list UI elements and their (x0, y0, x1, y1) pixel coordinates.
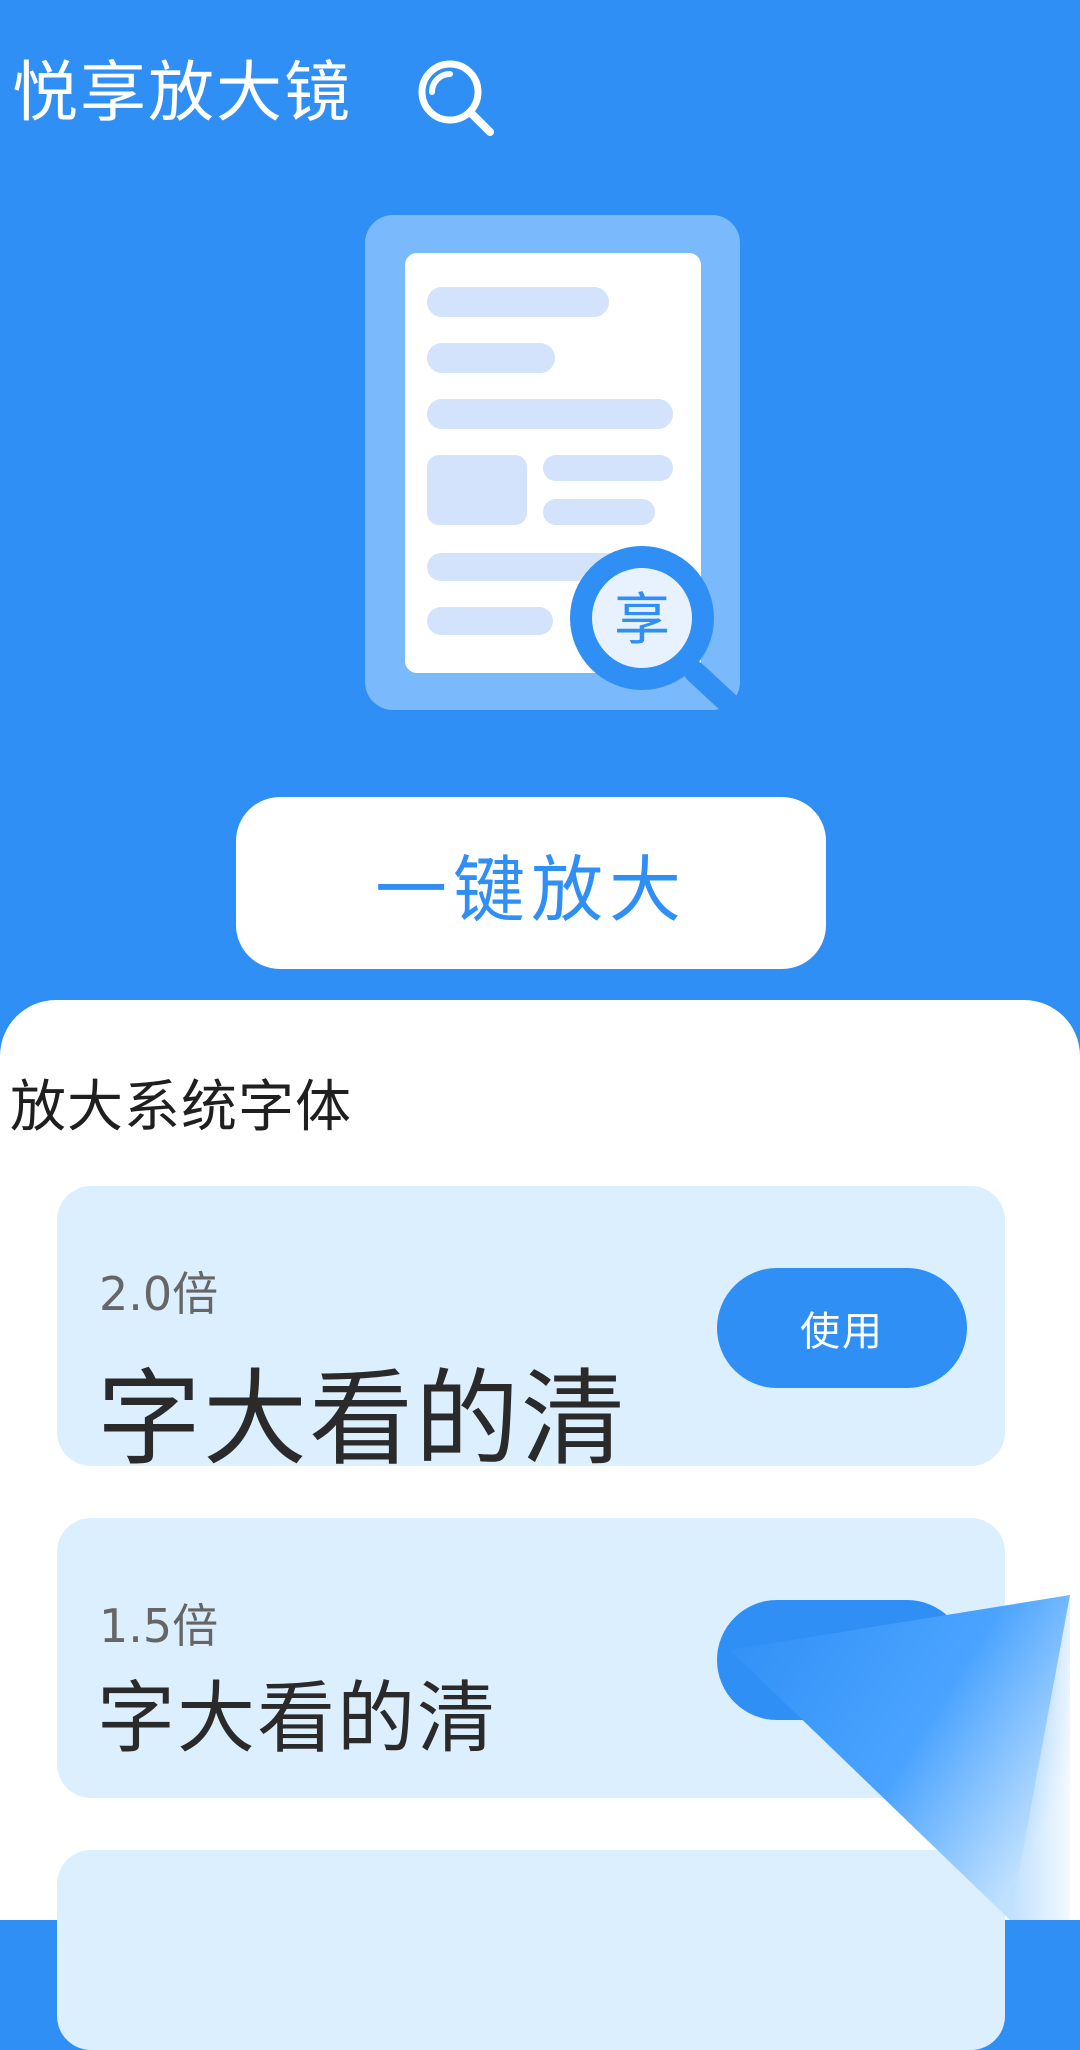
font-scale-panel: 放大系统字体 2.0倍 字大看的清 使用 1.5倍 字大看的清 使用 (0, 1000, 1080, 2050)
search-icon[interactable] (410, 52, 500, 142)
font-scale-card-partial (57, 1850, 1005, 2050)
sample-text: 字大看的清 (97, 1674, 498, 1764)
scale-label: 1.5倍 (99, 1599, 219, 1653)
font-scale-card-2x: 2.0倍 字大看的清 使用 (57, 1186, 1005, 1480)
use-button-2x[interactable]: 使用 (717, 1268, 967, 1388)
font-scale-card-1-5x: 1.5倍 字大看的清 使用 (57, 1518, 1005, 1798)
use-button-label: 使用 (800, 1309, 884, 1355)
app-title: 悦享放大镜 (12, 54, 352, 131)
badge-char: 享 (614, 588, 670, 653)
sample-text: 字大看的清 (97, 1358, 628, 1480)
hero-header: 悦享放大镜 享 一键放大 (0, 0, 1080, 1010)
scale-label: 2.0倍 (99, 1267, 219, 1321)
one-tap-magnify-label: 一键放大 (374, 847, 687, 932)
document-magnifier-icon: 享 (365, 215, 748, 722)
one-tap-magnify-button[interactable]: 一键放大 (236, 797, 826, 969)
section-title: 放大系统字体 (10, 1075, 352, 1140)
use-button-label: 使用 (800, 1641, 884, 1687)
use-button-1-5x[interactable]: 使用 (717, 1600, 967, 1720)
